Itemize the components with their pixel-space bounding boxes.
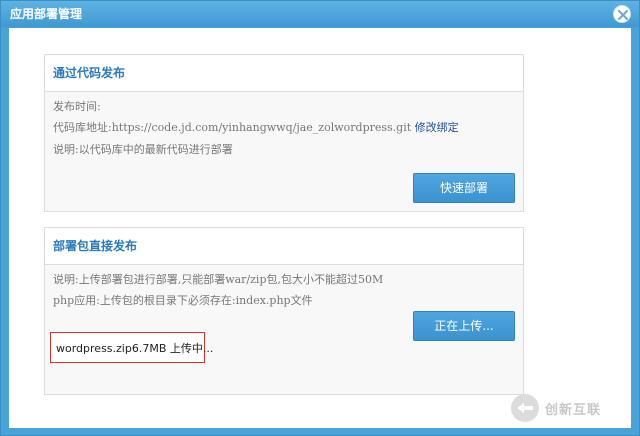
deploy-dialog: 应用部署管理 通过代码发布 发布时间: 代码库地址:https://code.j… xyxy=(0,0,640,436)
dialog-titlebar[interactable]: 应用部署管理 xyxy=(1,1,639,27)
git-panel-header: 通过代码发布 xyxy=(45,55,523,92)
package-panel-title: 部署包直接发布 xyxy=(53,239,138,253)
quick-deploy-button[interactable]: 快速部署 xyxy=(413,173,515,203)
upload-status-box: wordpress.zip6.7MB 上传中... xyxy=(50,332,213,363)
edit-binding-link[interactable]: 修改绑定 xyxy=(415,121,459,134)
publish-time-label: 发布时间: xyxy=(53,100,101,113)
logo-icon xyxy=(511,394,539,422)
uploading-button[interactable]: 正在上传... xyxy=(413,311,515,341)
watermark-text: 创新互联 xyxy=(545,403,602,418)
close-button[interactable] xyxy=(613,5,631,23)
upload-status-text: wordpress.zip6.7MB 上传中... xyxy=(56,342,214,355)
git-deploy-panel: 通过代码发布 发布时间: 代码库地址:https://code.jd.com/y… xyxy=(44,54,524,212)
git-note: 说明:以代码库中的最新代码进行部署 xyxy=(53,143,233,156)
repo-label: 代码库地址: xyxy=(53,121,112,134)
repo-url: https://code.jd.com/yinhangwwq/jae_zolwo… xyxy=(111,121,412,134)
brand-watermark: 创新互联 xyxy=(511,390,633,426)
package-panel-header: 部署包直接发布 xyxy=(45,228,523,265)
git-panel-title: 通过代码发布 xyxy=(53,66,126,80)
package-note-2: php应用:上传包的根目录下必须存在:index.php文件 xyxy=(53,294,313,307)
close-icon xyxy=(618,10,628,20)
dialog-title: 应用部署管理 xyxy=(10,7,83,21)
repo-address-line: 代码库地址:https://code.jd.com/yinhangwwq/jae… xyxy=(53,121,459,135)
package-deploy-panel: 部署包直接发布 说明:上传部署包进行部署,只能部署war/zip包,包大小不能超… xyxy=(44,227,524,395)
package-note-1: 说明:上传部署包进行部署,只能部署war/zip包,包大小不能超过50M xyxy=(53,273,384,286)
dialog-content: 通过代码发布 发布时间: 代码库地址:https://code.jd.com/y… xyxy=(9,28,631,428)
